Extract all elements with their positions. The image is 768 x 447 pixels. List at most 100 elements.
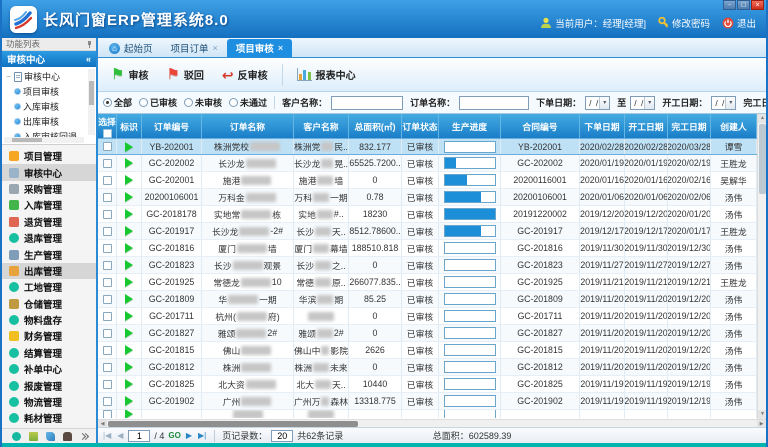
sidebar-item-10[interactable]: 物料盘存 [2, 312, 96, 328]
radio-dot-icon[interactable] [184, 98, 193, 107]
row-checkbox[interactable] [103, 278, 112, 287]
sidebar-item-3[interactable]: 入库管理 [2, 197, 96, 213]
sidebar-item-9[interactable]: 仓储管理 [2, 296, 96, 312]
order-date-to-picker[interactable]: / /▾ [630, 96, 655, 110]
grid-vscroll-thumb[interactable] [759, 124, 766, 194]
row-checkbox[interactable] [103, 363, 112, 372]
toolbar-button-2[interactable]: ↩反审核 [215, 64, 275, 85]
sidebar-item-0[interactable]: 项目管理 [2, 148, 96, 164]
status-radio-2[interactable]: 未审核 [184, 96, 222, 109]
table-row[interactable]: YB-202001株洲党校株洲党民..832.177已审核YB-20200120… [98, 138, 757, 155]
row-checkbox[interactable] [103, 193, 112, 202]
radio-dot-icon[interactable] [139, 98, 148, 107]
column-header-1[interactable]: 标识 [117, 114, 142, 138]
sidebar-item-7[interactable]: 出库管理 [2, 263, 96, 279]
start-date-picker[interactable]: / /▾ [711, 96, 736, 110]
row-checkbox[interactable] [103, 142, 112, 151]
row-checkbox[interactable] [103, 312, 112, 321]
order-date-from-picker[interactable]: / /▾ [585, 96, 610, 110]
sidebar-item-11[interactable]: 财务管理 [2, 328, 96, 344]
column-header-0[interactable]: 选择 [98, 114, 117, 138]
status-radio-1[interactable]: 已审核 [139, 96, 177, 109]
close-button[interactable]: × [751, 0, 764, 10]
tree-vertical-scrollbar[interactable] [88, 69, 95, 135]
row-checkbox[interactable] [103, 397, 112, 406]
scroll-up-arrow-icon[interactable]: ▲ [758, 114, 767, 123]
sidebar-item-5[interactable]: 退库管理 [2, 230, 96, 246]
toolbar-button-3[interactable]: 报表中心 [290, 64, 363, 85]
tree-expander-icon[interactable]: − [5, 72, 12, 81]
table-row[interactable]: GC-201827雅颂2#雅颂2#0已审核GC-2018272019/11/20… [98, 325, 757, 342]
table-row[interactable]: GC-201917长沙龙-2#长沙天..8512.78600..已审核GC-20… [98, 223, 757, 240]
prev-page-button[interactable]: ◀ [116, 431, 124, 440]
table-row[interactable]: GC-201825北大资北大天..10440已审核GC-2018252019/1… [98, 376, 757, 393]
column-header-8[interactable]: 合同编号 [501, 114, 580, 138]
tab-close-icon[interactable]: × [278, 43, 283, 53]
tree-item-0[interactable]: 项目审核 [5, 84, 88, 99]
scroll-down-arrow-icon[interactable]: ▼ [758, 410, 767, 419]
column-header-2[interactable]: 订单编号 [142, 114, 202, 138]
table-row[interactable]: GC-201809华一期华滨期85.25已审核GC-2018092019/11/… [98, 291, 757, 308]
tree-root-audit-center[interactable]: −审核中心 [5, 69, 88, 84]
tree-hscroll-thumb[interactable] [12, 138, 42, 142]
footer-overflow-chevron-icon[interactable] [80, 432, 87, 441]
row-checkbox[interactable] [103, 346, 112, 355]
column-header-10[interactable]: 开工日期 [625, 114, 668, 138]
status-radio-0[interactable]: 全部 [103, 96, 132, 109]
column-header-11[interactable]: 完工日期 [668, 114, 711, 138]
table-row[interactable] [98, 410, 757, 418]
column-header-6[interactable]: 订单状态 [402, 114, 439, 138]
row-checkbox[interactable] [103, 159, 112, 168]
table-row[interactable]: GC-202001施港施港墙0已审核202001160012020/01/162… [98, 172, 757, 189]
sidebar-item-1[interactable]: 审核中心 [2, 164, 96, 180]
grid-vertical-scrollbar[interactable]: ▲ ▼ [757, 114, 766, 419]
page-size-input[interactable] [271, 430, 293, 442]
toolbar-button-1[interactable]: ⚑驳回 [159, 64, 210, 85]
table-row[interactable]: 20200106001万科金万科一期0.78已审核202001060012020… [98, 189, 757, 206]
dropdown-arrow-icon[interactable]: ▾ [725, 97, 735, 109]
tab-close-icon[interactable]: × [213, 43, 218, 53]
row-checkbox[interactable] [103, 244, 112, 253]
sidebar-item-15[interactable]: 物流管理 [2, 394, 96, 410]
next-page-button[interactable]: ▶ [185, 431, 193, 440]
order-name-input[interactable] [459, 96, 529, 110]
status-radio-3[interactable]: 未通过 [229, 96, 267, 109]
maximize-button[interactable]: □ [737, 0, 750, 10]
tab-1[interactable]: 项目订单× [162, 39, 227, 57]
table-row[interactable]: GC-201902广州广州万森林13318.775已审核GC-201902201… [98, 393, 757, 410]
column-header-4[interactable]: 客户名称 [294, 114, 349, 138]
radio-dot-icon[interactable] [229, 98, 238, 107]
table-row[interactable]: GC-201823长沙观景长沙之..0已审核GC-2018232019/11/2… [98, 257, 757, 274]
sidebar-item-16[interactable]: 耗材管理 [2, 410, 96, 426]
first-page-button[interactable]: |◀ [102, 431, 112, 440]
last-page-button[interactable]: ▶| [197, 431, 207, 440]
dropdown-arrow-icon[interactable]: ▾ [599, 97, 609, 109]
sidebar-item-14[interactable]: 报废管理 [2, 377, 96, 393]
tree-horizontal-scrollbar[interactable] [4, 137, 84, 143]
table-row[interactable]: GC-202002长沙龙长沙龙晃..65525.7200..已审核GC-2020… [98, 155, 757, 172]
minimize-button[interactable]: - [723, 0, 736, 10]
table-row[interactable]: GC-2018178实地常栋实地#..18230已审核2019122000220… [98, 206, 757, 223]
row-checkbox[interactable] [103, 261, 112, 270]
radio-dot-icon[interactable] [103, 98, 112, 107]
row-checkbox[interactable] [103, 329, 112, 338]
sidebar-item-12[interactable]: 结算管理 [2, 345, 96, 361]
pin-icon[interactable] [87, 41, 92, 48]
sidebar-item-13[interactable]: 补单中心 [2, 361, 96, 377]
row-checkbox[interactable] [103, 410, 112, 418]
go-button[interactable]: GO [168, 431, 180, 440]
row-checkbox[interactable] [103, 295, 112, 304]
page-number-input[interactable] [128, 430, 150, 442]
table-row[interactable]: GC-201816厦门墙厦门幕墙188510.818已审核GC-20181620… [98, 240, 757, 257]
tree-item-1[interactable]: 入库审核 [5, 99, 88, 114]
logout-button[interactable]: 退出 [722, 16, 756, 30]
sidebar-item-4[interactable]: 退货管理 [2, 214, 96, 230]
select-all-checkbox[interactable] [103, 129, 112, 138]
table-row[interactable]: GC-201812株洲株洲未来0已审核GC-2018122019/11/2020… [98, 359, 757, 376]
grid-horizontal-scrollbar[interactable]: ◀ ▶ [98, 419, 766, 427]
table-row[interactable]: GC-201815佛山佛山中影院2626已审核GC-2018152019/11/… [98, 342, 757, 359]
collapse-icon[interactable]: « [86, 54, 91, 64]
column-header-7[interactable]: 生产进度 [439, 114, 501, 138]
toolbar-button-0[interactable]: ⚑审核 [104, 64, 155, 85]
sidebar-item-6[interactable]: 生产管理 [2, 246, 96, 262]
